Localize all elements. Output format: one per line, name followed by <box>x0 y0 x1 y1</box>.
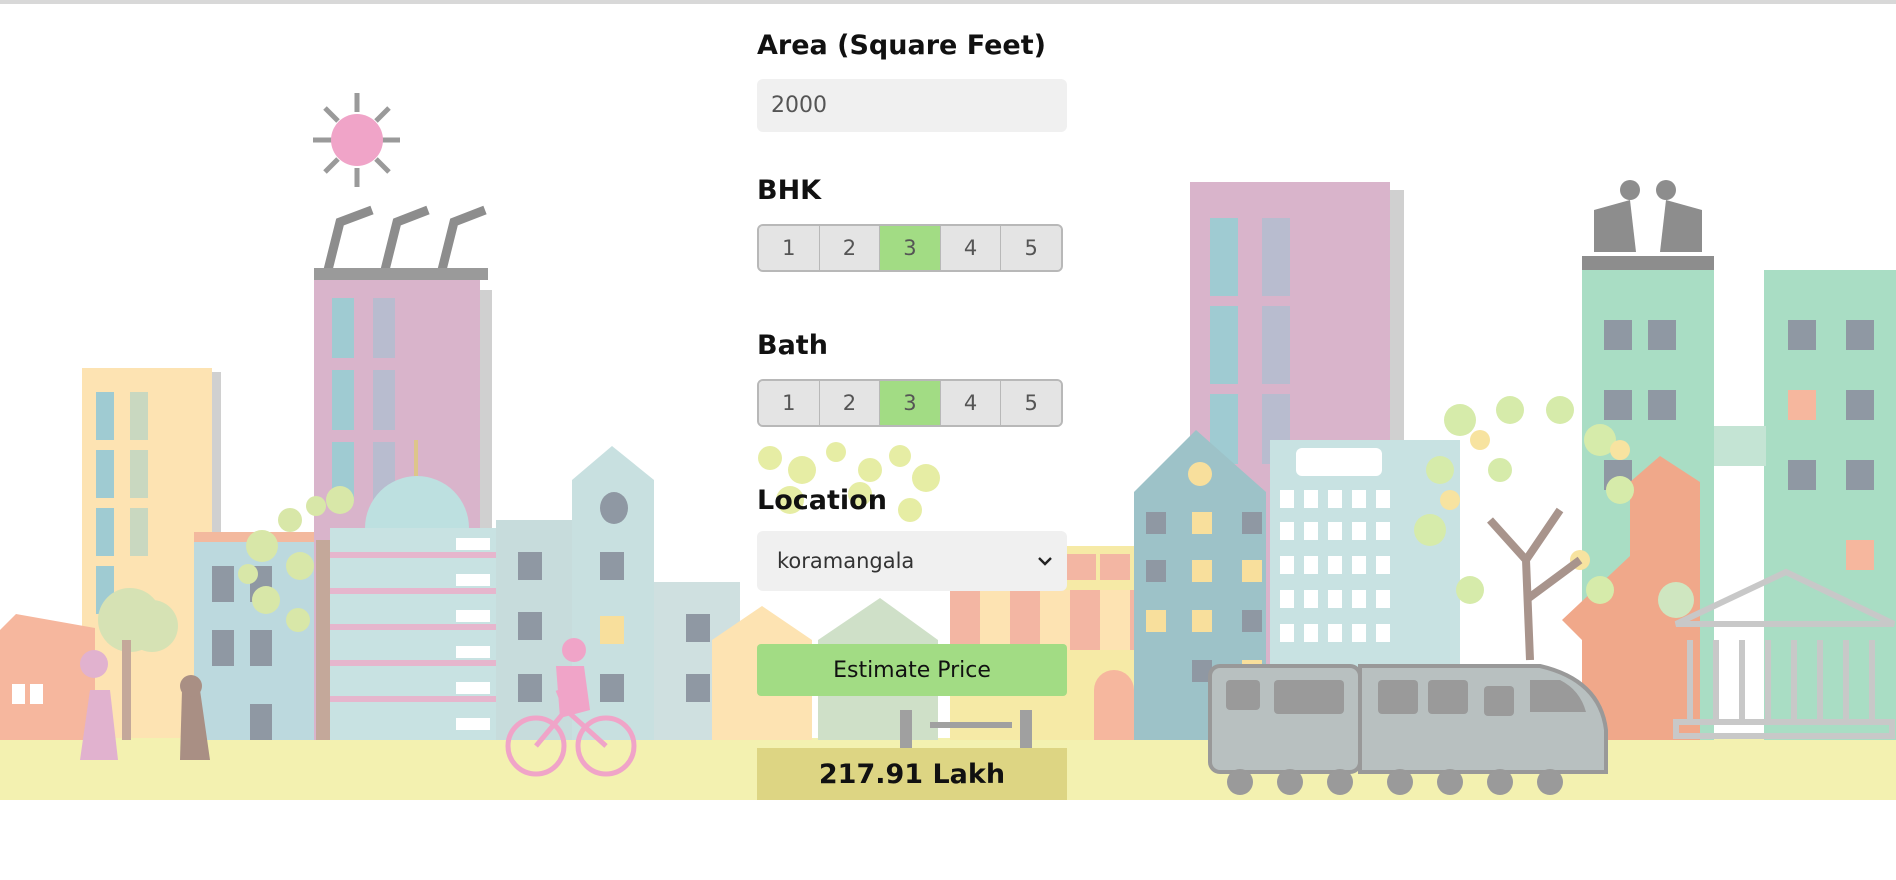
green-building-2 <box>1764 270 1896 740</box>
bhk-option-4[interactable]: 4 <box>940 226 1002 270</box>
location-label: Location <box>757 485 887 516</box>
estimate-price-button[interactable]: Estimate Price <box>757 644 1067 696</box>
price-estimator-form: Area (Square Feet) BHK 1 2 3 4 5 Bath 1 … <box>757 30 1067 800</box>
bhk-option-2[interactable]: 2 <box>819 226 881 270</box>
bath-option-3[interactable]: 3 <box>880 381 941 425</box>
bath-option-4[interactable]: 4 <box>940 381 1002 425</box>
sun-core <box>331 114 383 166</box>
area-input[interactable] <box>757 79 1067 132</box>
bath-option-2[interactable]: 2 <box>819 381 881 425</box>
bhk-option-1[interactable]: 1 <box>759 226 820 270</box>
orange-house <box>0 614 95 740</box>
chevron-down-icon <box>1038 557 1052 566</box>
location-selected-value: koramangala <box>777 549 915 573</box>
bath-selector: 1 2 3 4 5 <box>757 379 1063 427</box>
bhk-option-5[interactable]: 5 <box>1001 226 1061 270</box>
location-select[interactable]: koramangala <box>757 531 1067 591</box>
bath-option-5[interactable]: 5 <box>1001 381 1061 425</box>
bath-label: Bath <box>757 330 828 361</box>
gardeners-rooftop <box>1582 180 1714 270</box>
bhk-option-3[interactable]: 3 <box>880 226 941 270</box>
bhk-selector: 1 2 3 4 5 <box>757 224 1063 272</box>
area-label: Area (Square Feet) <box>757 30 1046 61</box>
bhk-label: BHK <box>757 175 822 206</box>
estimated-price-result: 217.91 Lakh <box>757 748 1067 800</box>
bath-option-1[interactable]: 1 <box>759 381 820 425</box>
striped-building <box>330 528 496 740</box>
